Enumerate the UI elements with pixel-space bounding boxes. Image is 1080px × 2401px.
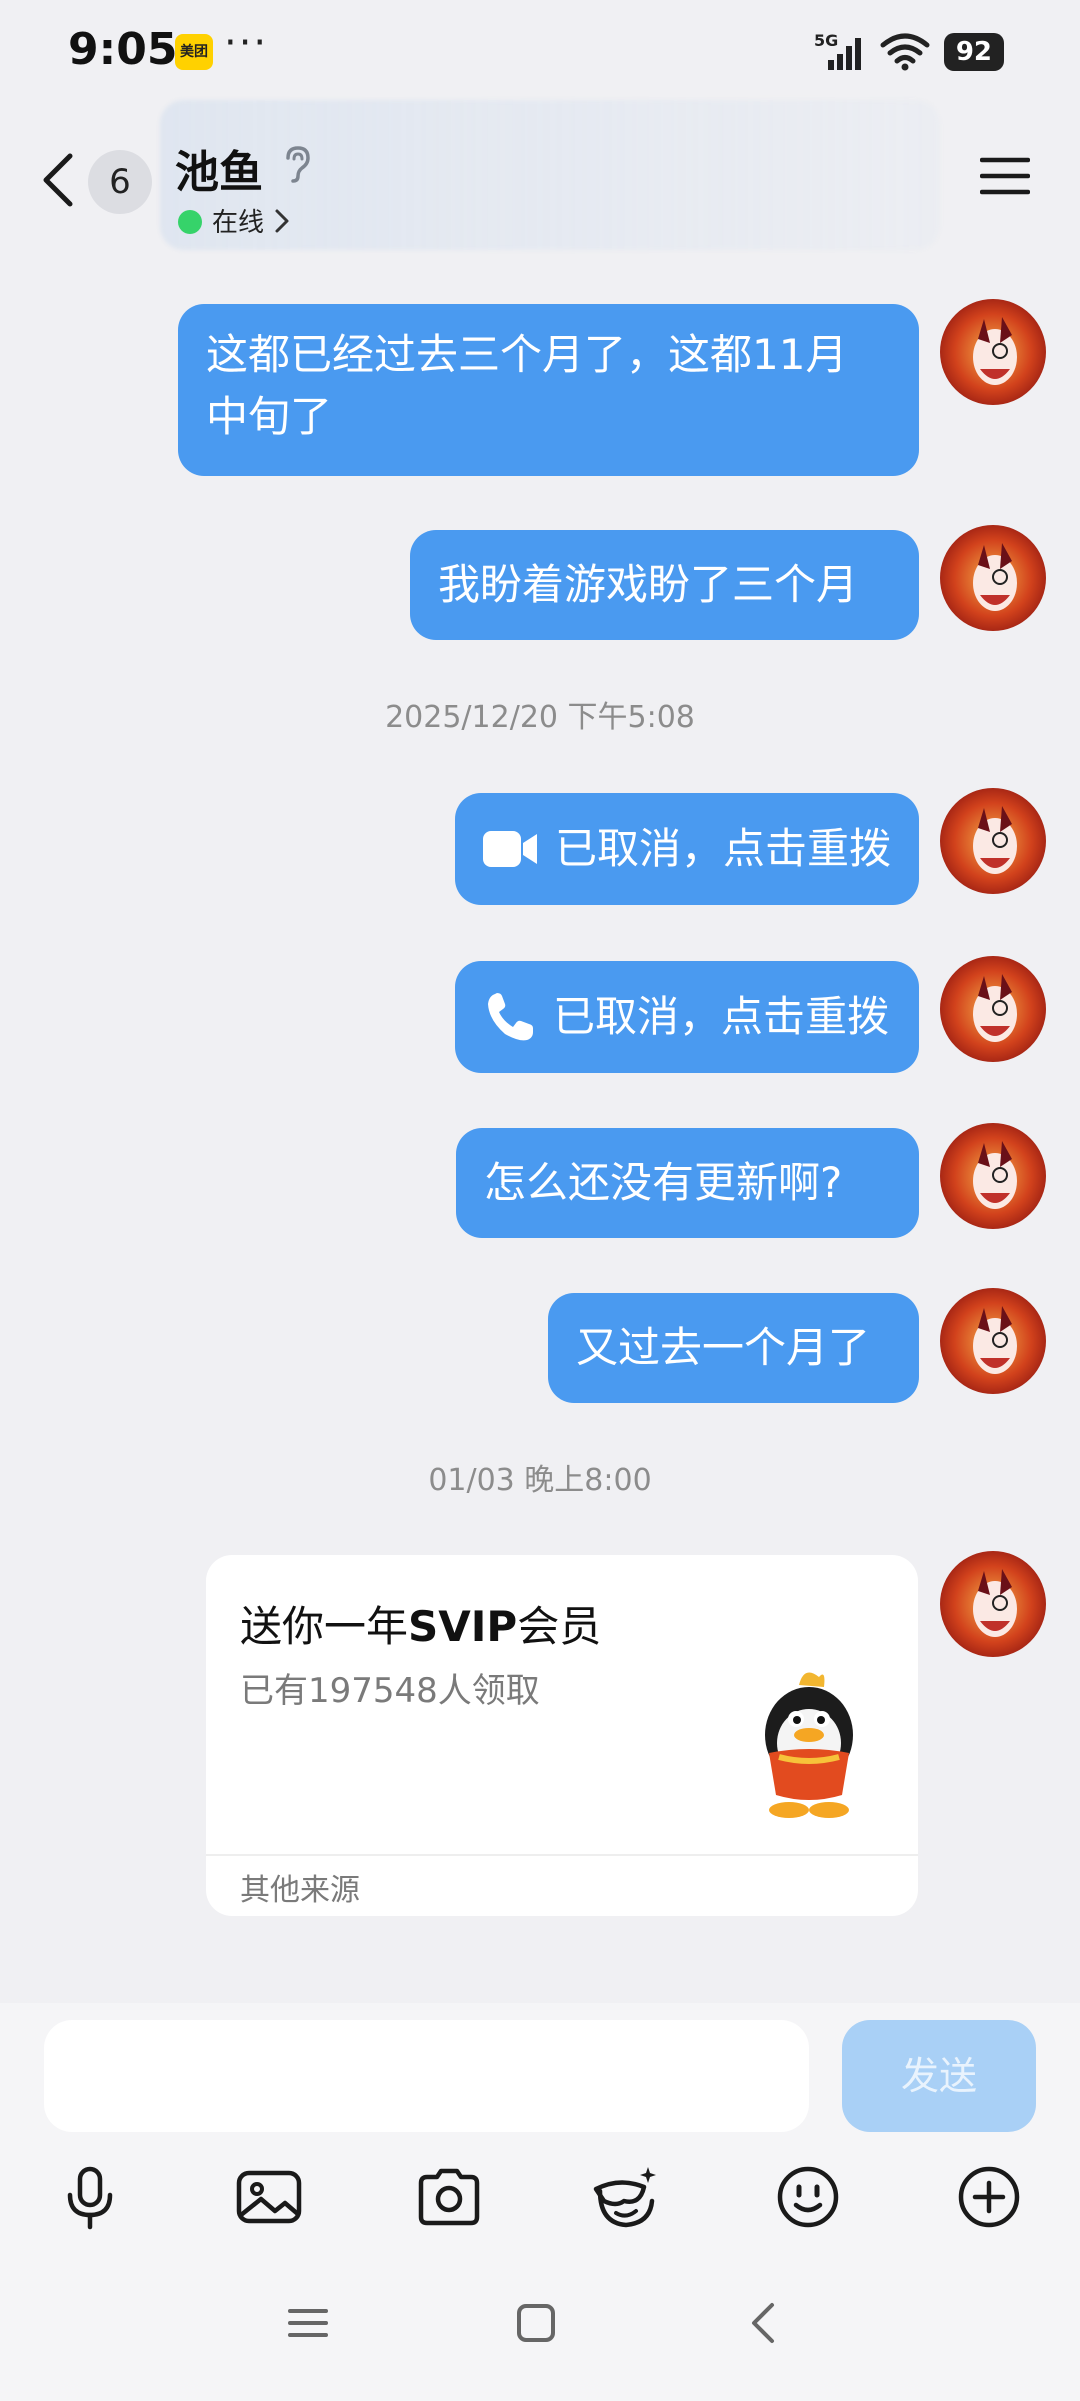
battery-indicator: 92: [943, 33, 1004, 71]
timestamp-label: 2025/12/20 下午5:08: [385, 700, 695, 735]
message-text: 这都已经过去三个月了，这都11月: [206, 330, 848, 379]
meituan-app-icon: 美团: [175, 34, 213, 70]
signal-5g-icon: 5G: [814, 32, 861, 70]
send-button[interactable]: 发送: [842, 2020, 1036, 2132]
avatar[interactable]: [940, 1123, 1046, 1229]
avatar-image: [940, 299, 1046, 405]
composer-area: 发送: [0, 2003, 1080, 2401]
unread-count-badge[interactable]: 6: [88, 150, 152, 214]
video-call-bubble[interactable]: 已取消，点击重拨: [455, 793, 919, 905]
timestamp-label: 01/03 晚上8:00: [428, 1463, 652, 1498]
card-title-suffix: 会员: [517, 1602, 602, 1651]
emoji-icon[interactable]: [772, 2161, 844, 2233]
back-nav-icon[interactable]: [734, 2293, 794, 2353]
status-indicators: 5G 92: [814, 30, 1004, 74]
card-title-prefix: 送你一年: [240, 1602, 409, 1651]
call-status-text: 已取消，点击重拨: [555, 824, 892, 873]
avatar-image: [940, 525, 1046, 631]
plus-icon[interactable]: [953, 2161, 1025, 2233]
card-source-label: 其他来源: [240, 1873, 360, 1908]
message-bubble[interactable]: 我盼着游戏盼了三个月: [410, 530, 919, 640]
menu-nav-icon[interactable]: [278, 2293, 338, 2353]
home-nav-icon[interactable]: [506, 2293, 566, 2353]
video-camera-icon: [483, 831, 537, 867]
ear-icon[interactable]: [280, 144, 314, 184]
status-time: 9:05: [68, 24, 178, 75]
card-title: 送你一年SVIP会员: [240, 1593, 601, 1654]
sticker-icon[interactable]: [590, 2161, 662, 2233]
camera-icon[interactable]: [413, 2161, 485, 2233]
avatar[interactable]: [940, 1551, 1046, 1657]
message-bubble[interactable]: 又过去一个月了: [548, 1293, 919, 1403]
message-text: 又过去一个月了: [576, 1323, 871, 1372]
message-bubble[interactable]: 这都已经过去三个月了，这都11月 中旬了: [178, 304, 919, 476]
avatar[interactable]: [940, 525, 1046, 631]
composer-toolbar: [0, 2161, 1080, 2241]
avatar-image: [940, 1288, 1046, 1394]
network-label: 5G: [814, 32, 838, 50]
message-text: 中旬了: [206, 392, 333, 441]
online-status-label[interactable]: 在线: [212, 202, 264, 239]
svip-gift-card[interactable]: 送你一年SVIP会员 已有197548人领取 其他来源: [206, 1555, 918, 1916]
message-bubble[interactable]: 怎么还没有更新啊?: [456, 1128, 919, 1238]
avatar-image: [940, 1123, 1046, 1229]
phone-icon: [488, 993, 533, 1041]
avatar-image: [940, 956, 1046, 1062]
microphone-icon[interactable]: [54, 2161, 126, 2233]
wifi-icon: [880, 33, 930, 71]
image-icon[interactable]: [233, 2161, 305, 2233]
card-title-bold: SVIP: [408, 1602, 518, 1651]
menu-icon[interactable]: [980, 156, 1030, 196]
avatar-image: [940, 1551, 1046, 1657]
card-subtitle: 已有197548人领取: [240, 1671, 540, 1711]
avatar[interactable]: [940, 1288, 1046, 1394]
card-divider: [206, 1854, 918, 1856]
message-text: 怎么还没有更新啊?: [484, 1158, 843, 1207]
chevron-right-icon[interactable]: [274, 208, 290, 234]
avatar[interactable]: [940, 956, 1046, 1062]
message-input[interactable]: [44, 2020, 809, 2132]
qq-penguin-icon: [765, 1672, 853, 1818]
voice-call-bubble[interactable]: 已取消，点击重拨: [455, 961, 919, 1073]
message-text: 我盼着游戏盼了三个月: [438, 560, 859, 609]
avatar-image: [940, 788, 1046, 894]
back-icon[interactable]: [36, 148, 80, 212]
avatar[interactable]: [940, 788, 1046, 894]
status-bar: 9:05 美团 ··· 5G 92: [0, 0, 1080, 100]
contact-name[interactable]: 池鱼: [175, 136, 263, 200]
online-status-dot: [178, 210, 202, 234]
system-navigation-bar: [0, 2293, 1080, 2373]
avatar[interactable]: [940, 299, 1046, 405]
call-status-text: 已取消，点击重拨: [553, 992, 890, 1041]
chat-header: 6 池鱼 在线: [0, 100, 1080, 250]
more-notifications-icon: ···: [224, 20, 269, 66]
